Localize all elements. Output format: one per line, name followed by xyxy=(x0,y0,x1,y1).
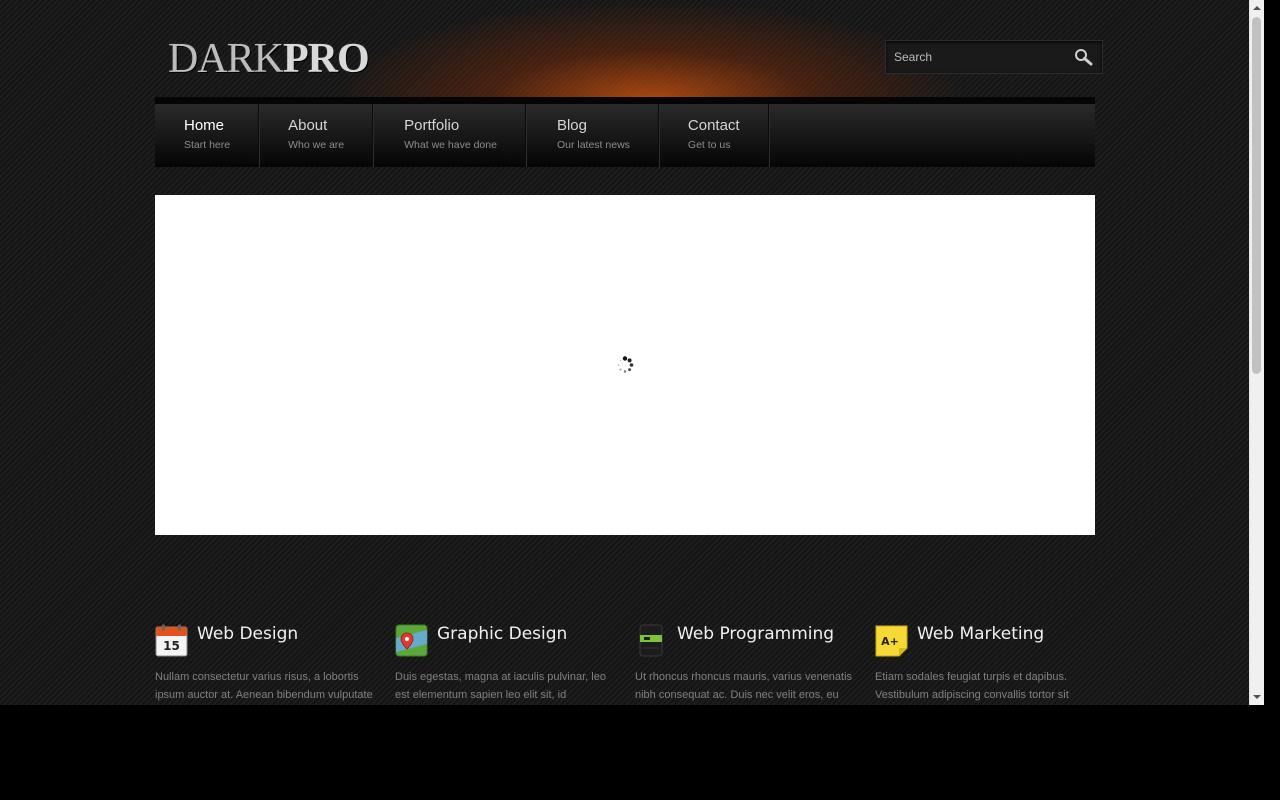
nav-item-home[interactable]: Home Start here xyxy=(155,104,260,167)
nav-item-blog[interactable]: Blog Our latest news xyxy=(526,104,659,167)
feature-title: Graphic Design xyxy=(437,624,568,644)
search-input[interactable] xyxy=(886,41,1074,73)
header-glow xyxy=(330,0,970,100)
sticky-note-icon: A+ xyxy=(875,625,908,657)
svg-text:15: 15 xyxy=(163,639,180,653)
feature-text: Ut rhoncus rhoncus mauris, varius venena… xyxy=(635,671,853,701)
nav-item-subtitle: Start here xyxy=(184,139,231,151)
vertical-scrollbar[interactable] xyxy=(1249,0,1264,705)
nav-item-label: Contact xyxy=(687,117,740,134)
nav-item-subtitle: Get to us xyxy=(687,139,731,151)
site-logo[interactable]: DARKPRO xyxy=(168,36,370,82)
image-slider[interactable] xyxy=(155,195,1095,535)
svg-text:A+: A+ xyxy=(881,635,899,648)
off-screen-area xyxy=(0,705,1280,800)
feature-text: Nullam consectetur varius risus, a lobor… xyxy=(155,671,373,701)
feature-text: Duis egestas, magna at iaculis pulvinar,… xyxy=(395,671,606,701)
map-pin-icon xyxy=(395,624,428,657)
nav-item-portfolio[interactable]: Portfolio What we have done xyxy=(373,104,526,167)
main-nav: Home Start here About Who we are Portfol… xyxy=(155,97,1095,167)
scrollbar-thumb[interactable] xyxy=(1252,17,1261,374)
notebook-icon xyxy=(639,624,663,657)
search-box xyxy=(885,40,1103,74)
loading-spinner-icon xyxy=(617,356,634,373)
nav-item-label: Home xyxy=(184,117,225,134)
page-viewport: DARKPRO Home Start here About Who we are… xyxy=(0,0,1249,705)
nav-item-subtitle: Our latest news xyxy=(556,139,630,151)
search-icon[interactable] xyxy=(1074,48,1094,66)
nav-item-contact[interactable]: Contact Get to us xyxy=(659,104,769,167)
scroll-down-arrow-icon[interactable] xyxy=(1252,692,1262,702)
feature-title: Web Design xyxy=(197,624,299,644)
nav-item-label: About xyxy=(288,117,328,134)
calendar-icon: 15 xyxy=(155,624,188,657)
nav-item-subtitle: What we have done xyxy=(404,139,497,151)
feature-text: Etiam sodales feugiat turpis et dapibus.… xyxy=(875,671,1069,701)
feature-title: Web Programming xyxy=(677,624,835,644)
feature-title: Web Marketing xyxy=(917,624,1045,644)
nav-item-subtitle: Who we are xyxy=(288,139,345,151)
scroll-up-arrow-icon[interactable] xyxy=(1252,3,1262,13)
nav-item-label: Blog xyxy=(556,117,587,134)
nav-item-label: Portfolio xyxy=(404,117,460,134)
nav-item-about[interactable]: About Who we are xyxy=(259,104,374,167)
